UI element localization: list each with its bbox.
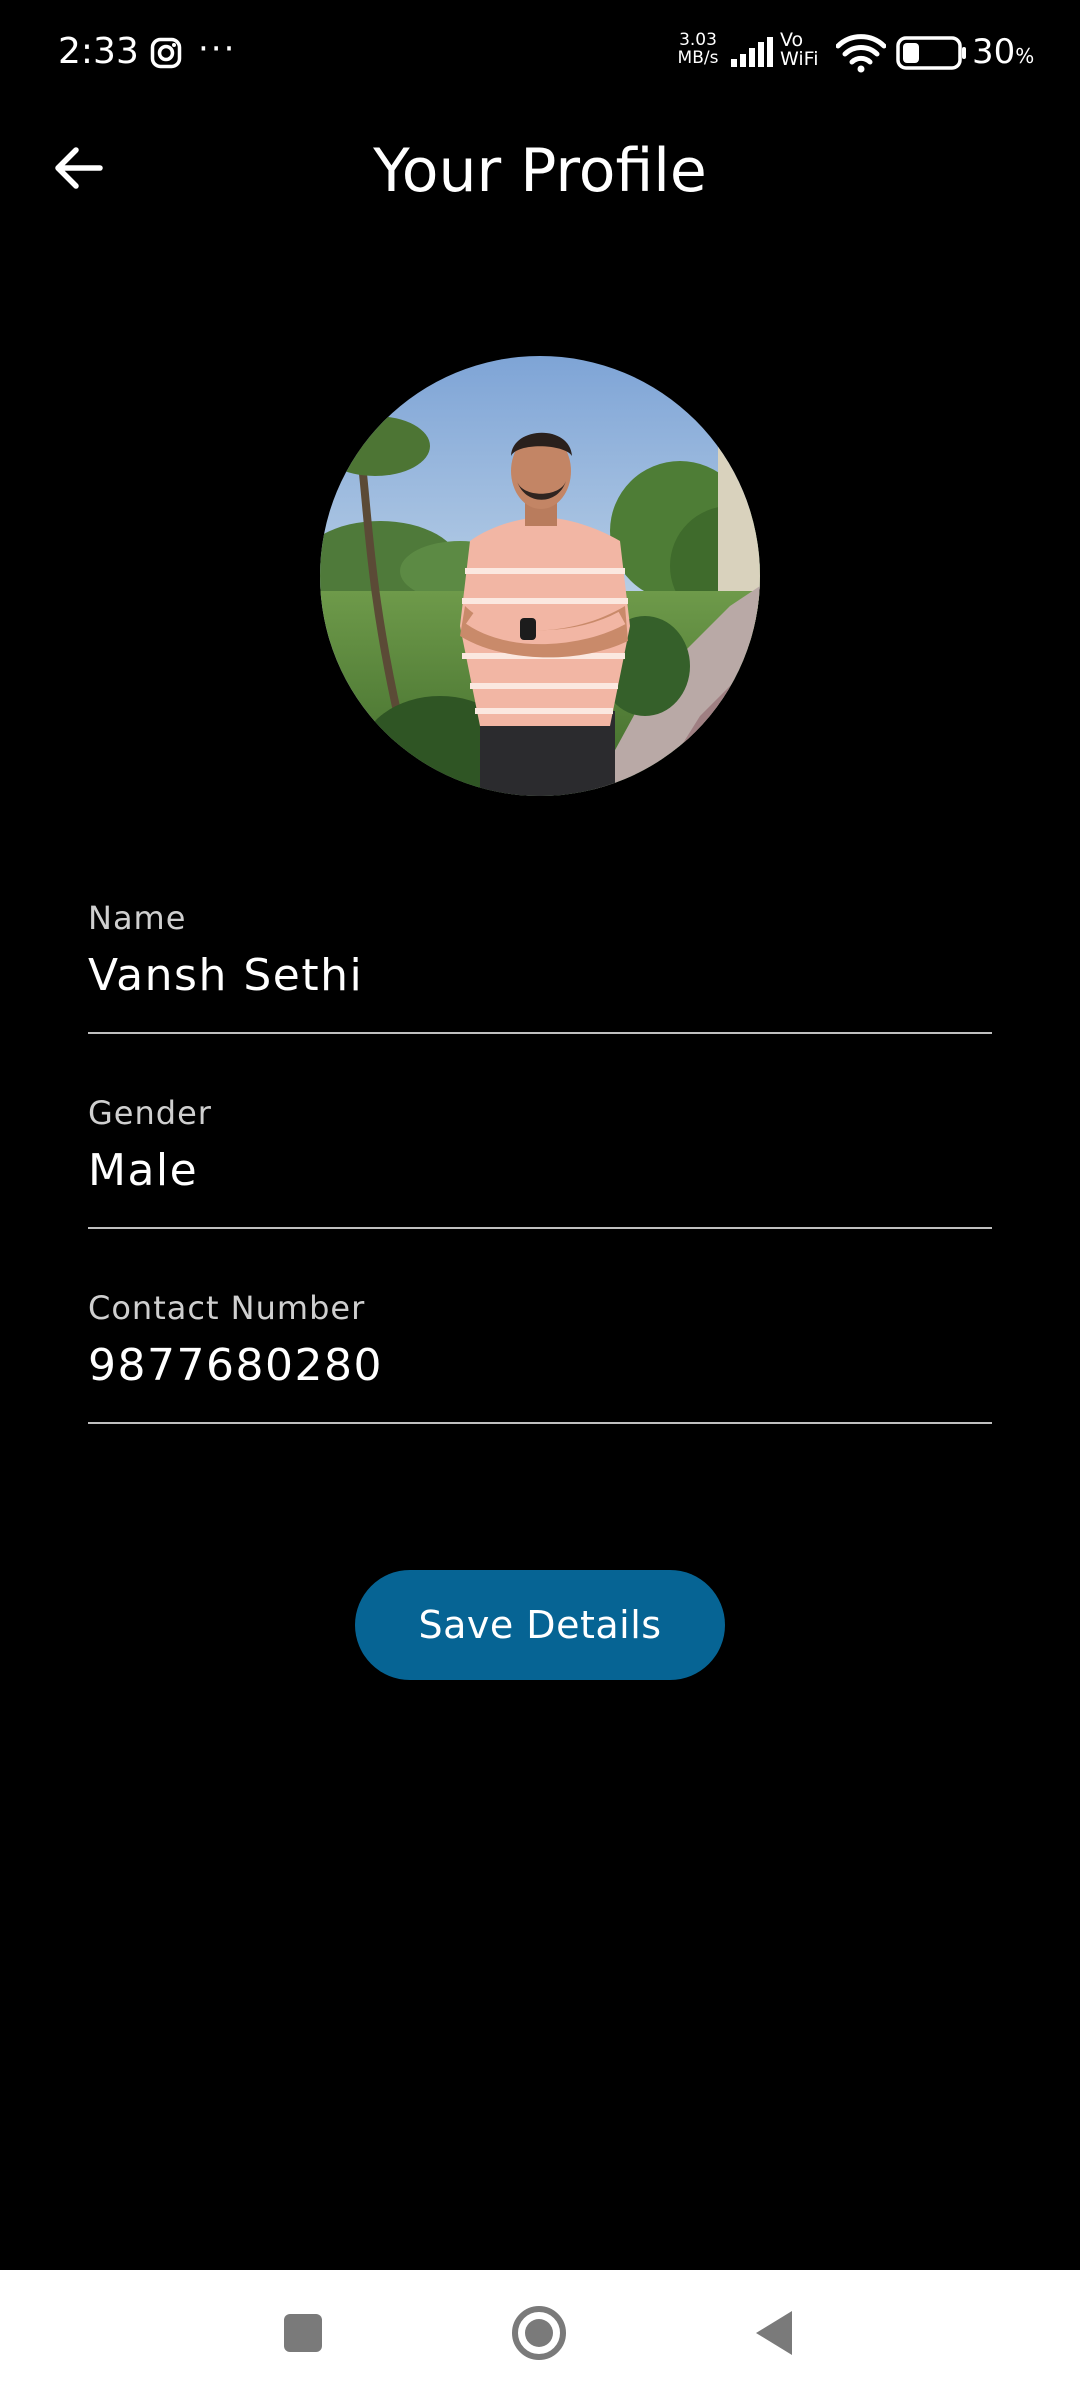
- name-input[interactable]: Vansh Sethi: [88, 948, 992, 1004]
- vowifi-indicator: Vo WiFi: [780, 31, 828, 69]
- wifi-label: WiFi: [780, 48, 819, 70]
- recents-button[interactable]: [243, 2270, 363, 2400]
- gender-field[interactable]: Gender Male: [88, 1093, 992, 1229]
- battery-icon: [896, 36, 968, 70]
- wifi-icon: [835, 33, 887, 73]
- contact-number-label: Contact Number: [88, 1289, 366, 1327]
- status-time: 2:33: [58, 31, 139, 72]
- save-details-button[interactable]: Save Details: [355, 1570, 725, 1680]
- network-speed-unit: MB/s: [677, 48, 719, 68]
- name-field[interactable]: Name Vansh Sethi: [88, 898, 992, 1034]
- profile-photo[interactable]: [320, 356, 760, 796]
- home-icon: [509, 2303, 569, 2367]
- status-bar: 2:33 ··· 3.03 MB/s Vo WiFi 30%: [0, 0, 1080, 100]
- back-triangle-icon: [752, 2308, 796, 2362]
- recents-icon: [281, 2311, 325, 2359]
- signal-icon: [730, 37, 774, 69]
- gender-input[interactable]: Male: [88, 1143, 992, 1199]
- network-speed: 3.03 MB/s: [672, 31, 724, 67]
- gender-label: Gender: [88, 1094, 212, 1132]
- more-notifications-icon: ···: [198, 29, 237, 69]
- battery-percent-value: 30: [972, 32, 1016, 72]
- name-label: Name: [88, 899, 187, 937]
- page-title: Your Profile: [373, 136, 707, 206]
- contact-number-input[interactable]: 9877680280: [88, 1338, 992, 1394]
- system-back-button[interactable]: [714, 2270, 834, 2400]
- system-navigation-bar: [0, 2270, 1080, 2400]
- instagram-icon: [150, 37, 182, 69]
- profile-screen: 2:33 ··· 3.03 MB/s Vo WiFi 30% Your Prof…: [0, 0, 1080, 2400]
- network-speed-value: 3.03: [679, 30, 717, 50]
- contact-number-field[interactable]: Contact Number 9877680280: [88, 1288, 992, 1424]
- home-button[interactable]: [479, 2270, 599, 2400]
- battery-percent: 30%: [972, 30, 1034, 78]
- battery-percent-sign: %: [1015, 44, 1035, 68]
